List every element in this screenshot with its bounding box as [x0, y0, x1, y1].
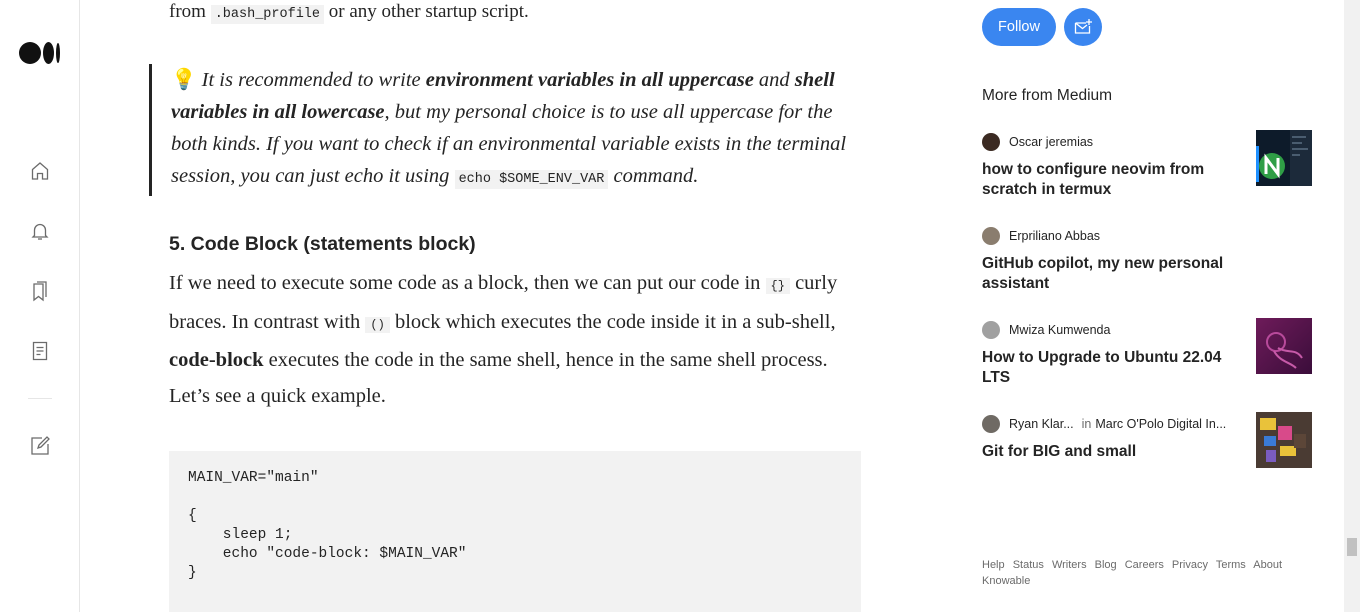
- thumbnail-image[interactable]: [1256, 130, 1312, 186]
- blockquote: 💡 It is recommended to write environment…: [149, 64, 869, 196]
- medium-logo-icon[interactable]: [19, 42, 61, 64]
- author-name[interactable]: Ryan Klar...: [1009, 417, 1074, 431]
- lightbulb-icon: 💡: [171, 69, 197, 91]
- story-title[interactable]: How to Upgrade to Ubuntu 22.04 LTS: [982, 348, 1232, 388]
- list-item[interactable]: Oscar jeremias how to configure neovim f…: [982, 130, 1312, 200]
- subscribe-email-icon[interactable]: [1064, 8, 1102, 46]
- avatar: [982, 133, 1000, 151]
- inline-code: (): [365, 316, 390, 333]
- footer-links: Help Status Writers Blog Careers Privacy…: [982, 557, 1292, 589]
- footer-link-careers[interactable]: Careers: [1125, 559, 1164, 571]
- paragraph-startup-script: from .bash_profile or any other startup …: [169, 0, 529, 31]
- footer-link-blog[interactable]: Blog: [1095, 559, 1117, 571]
- inline-code: echo $SOME_ENV_VAR: [454, 170, 609, 189]
- nav-divider: [28, 398, 52, 399]
- footer-link-writers[interactable]: Writers: [1052, 559, 1087, 571]
- text: command.: [608, 165, 699, 187]
- code-block: MAIN_VAR="main" { sleep 1; echo "code-bl…: [169, 451, 861, 612]
- author-name[interactable]: Mwiza Kumwenda: [1009, 323, 1110, 337]
- author-name[interactable]: Erpriliano Abbas: [1009, 229, 1100, 243]
- follow-button[interactable]: Follow: [982, 8, 1056, 46]
- more-from-medium-heading: More from Medium: [982, 87, 1113, 104]
- avatar: [982, 227, 1000, 245]
- paragraph-code-block: If we need to execute some code as a blo…: [169, 266, 869, 414]
- author-row: Erpriliano Abbas: [982, 226, 1312, 246]
- story-title[interactable]: how to configure neovim from scratch in …: [982, 160, 1232, 200]
- left-navigation: [0, 0, 80, 612]
- list-item[interactable]: Erpriliano Abbas GitHub copilot, my new …: [982, 226, 1312, 294]
- inline-code: {}: [765, 278, 790, 294]
- write-edit-icon[interactable]: [28, 434, 52, 458]
- footer-link-status[interactable]: Status: [1013, 559, 1044, 571]
- article-content: from .bash_profile or any other startup …: [80, 0, 948, 612]
- thumbnail-image[interactable]: [1256, 412, 1312, 468]
- text: and: [753, 69, 795, 91]
- bookmarks-lists-icon[interactable]: [28, 279, 52, 303]
- notifications-bell-icon[interactable]: [28, 219, 52, 243]
- avatar: [982, 415, 1000, 433]
- text: If we need to execute some code as a blo…: [169, 272, 766, 294]
- thumbnail-image[interactable]: [1256, 318, 1312, 374]
- footer-link-about[interactable]: About: [1253, 559, 1282, 571]
- footer-link-terms[interactable]: Terms: [1216, 559, 1246, 571]
- home-icon[interactable]: [28, 159, 52, 183]
- text: block which executes the code inside it …: [389, 310, 836, 333]
- scrollbar-thumb[interactable]: [1347, 538, 1357, 556]
- text: executes the code in the same shell, hen…: [169, 349, 828, 407]
- footer-link-privacy[interactable]: Privacy: [1172, 559, 1208, 571]
- page-scrollbar[interactable]: [1344, 0, 1360, 612]
- inline-code: .bash_profile: [210, 5, 325, 24]
- bold-text: environment variables in all uppercase: [425, 69, 754, 91]
- avatar: [982, 321, 1000, 339]
- stories-document-icon[interactable]: [28, 339, 52, 363]
- text: It is recommended to write: [196, 69, 426, 91]
- section-heading: 5. Code Block (statements block): [169, 233, 476, 255]
- publication-name[interactable]: Marc O'Polo Digital In...: [1095, 417, 1226, 431]
- story-title[interactable]: Git for BIG and small: [982, 442, 1232, 462]
- footer-link-help[interactable]: Help: [982, 559, 1005, 571]
- text: or any other startup script.: [324, 1, 529, 22]
- list-item[interactable]: Mwiza Kumwenda How to Upgrade to Ubuntu …: [982, 318, 1312, 388]
- footer-link-knowable[interactable]: Knowable: [982, 575, 1030, 587]
- story-title[interactable]: GitHub copilot, my new personal assistan…: [982, 254, 1232, 294]
- list-item[interactable]: Ryan Klar... in Marc O'Polo Digital In..…: [982, 412, 1312, 468]
- text: from: [169, 1, 211, 22]
- bold-text: code-block: [169, 349, 264, 371]
- in-label: in: [1081, 417, 1092, 431]
- right-sidebar: Follow More from Medium Oscar jeremias h…: [949, 0, 1344, 612]
- author-name[interactable]: Oscar jeremias: [1009, 135, 1093, 149]
